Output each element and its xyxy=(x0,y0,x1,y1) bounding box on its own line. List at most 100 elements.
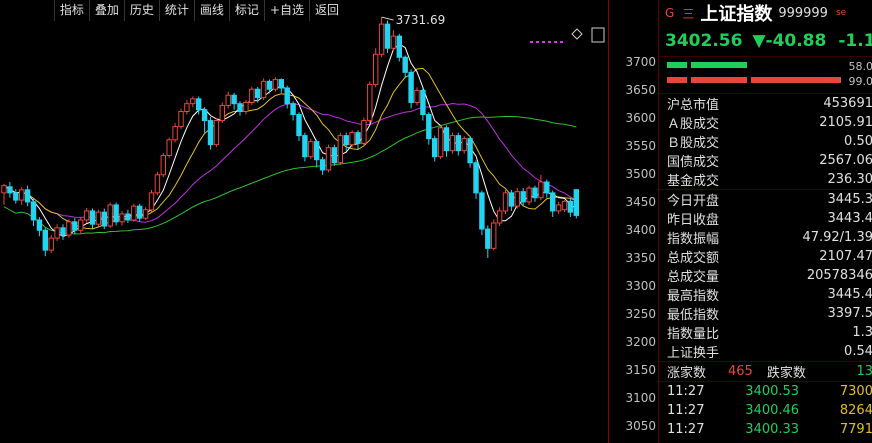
kline-svg[interactable]: 3731.69 xyxy=(0,0,608,443)
toolbar-stats-button[interactable]: 统计 xyxy=(158,0,194,21)
stat-label: 指数量比 xyxy=(667,327,720,342)
candle-body xyxy=(119,213,125,223)
tick-time: 11:27 xyxy=(667,403,705,418)
advancers-label: 涨家数 xyxy=(667,366,707,381)
candle-body xyxy=(284,87,290,105)
toolbar-mark-button[interactable]: 标记 xyxy=(228,0,264,21)
y-tick: 3650 xyxy=(625,83,656,97)
stat-label: Ｂ股成交 xyxy=(667,136,720,151)
candle-body xyxy=(331,147,338,164)
candle-body xyxy=(402,56,408,73)
tick-volume: 7791 xyxy=(839,422,872,437)
candle-body xyxy=(148,192,155,211)
y-tick: 3050 xyxy=(625,419,656,433)
candle-body xyxy=(308,141,314,158)
candle-body xyxy=(83,210,90,221)
candle-body xyxy=(449,135,456,152)
candle-body xyxy=(508,192,515,207)
y-tick: 3250 xyxy=(625,307,656,321)
candle-body xyxy=(66,221,72,236)
tick-time: 11:27 xyxy=(667,384,705,399)
candle-body xyxy=(420,89,426,116)
candle-body xyxy=(467,138,473,164)
candle-body xyxy=(142,209,149,219)
toolbar-draw-button[interactable]: 画线 xyxy=(193,0,229,21)
candle-body xyxy=(278,79,285,89)
stat-label: 指数振幅 xyxy=(667,232,720,247)
candle-body xyxy=(249,88,255,103)
ratio-bar-red-3 xyxy=(751,77,841,83)
toolbar-indicator-button[interactable]: 指标 xyxy=(53,0,89,21)
y-tick: 3500 xyxy=(625,167,656,181)
candle-body xyxy=(325,147,332,171)
stat-value: 3445.4 xyxy=(827,287,872,302)
candle-body xyxy=(13,192,19,201)
last-price: 3402.56 xyxy=(665,31,743,51)
candle-body xyxy=(532,187,538,199)
stat-value: 47.92/1.39 xyxy=(802,230,872,245)
candle-body xyxy=(219,104,226,122)
kline-chart[interactable]: 3731.69 指标 叠加 历史 统计 画线 标记 +自选 返回 xyxy=(0,0,608,443)
candle-body xyxy=(373,53,379,85)
stat-value: 2105.91 xyxy=(819,115,872,130)
candle-body xyxy=(302,135,308,158)
tick-volume: 8264 xyxy=(839,403,872,418)
stat-label: 昨日收盘 xyxy=(667,213,720,228)
candle-body xyxy=(30,201,37,221)
tick-time: 11:27 xyxy=(667,422,705,437)
stat-label: 总成交量 xyxy=(667,270,720,285)
candle-body xyxy=(24,189,31,203)
candle-body xyxy=(520,191,526,203)
candle-body xyxy=(408,71,414,103)
candle-body xyxy=(573,189,579,216)
stat-value: 453691 xyxy=(823,96,872,111)
candle-body xyxy=(166,139,172,157)
candle-body xyxy=(78,219,84,231)
candle-body xyxy=(42,229,48,251)
price-axis: 3700 3650 3600 3550 3500 3450 3400 3350 … xyxy=(608,0,659,443)
decliners-label: 跌家数 xyxy=(766,366,806,381)
panel-toggle-icon xyxy=(591,27,605,43)
toolbar-add-watchlist-button[interactable]: +自选 xyxy=(263,0,309,21)
stat-label: 最高指数 xyxy=(667,289,720,304)
diamond-icon xyxy=(571,28,583,40)
candle-body xyxy=(7,186,13,194)
y-tick: 3350 xyxy=(625,251,656,265)
stat-label: 上证换手 xyxy=(667,346,720,361)
candle-body xyxy=(272,79,279,90)
candle-body xyxy=(355,132,361,144)
y-tick: 3550 xyxy=(625,139,656,153)
candle-body xyxy=(473,162,479,194)
y-tick: 3300 xyxy=(625,279,656,293)
candle-body xyxy=(367,83,373,122)
candle-body xyxy=(343,135,349,146)
candle-body xyxy=(60,227,66,236)
candle-body xyxy=(378,23,385,55)
stat-label: 国债成交 xyxy=(667,155,720,170)
ratio-pct-1: 58.0 xyxy=(848,60,872,73)
toolbar-back-button[interactable]: 返回 xyxy=(308,0,344,21)
candle-body xyxy=(89,210,96,225)
toolbar-overlay-button[interactable]: 叠加 xyxy=(88,0,124,21)
candle-body xyxy=(101,211,107,227)
max-pointer-line xyxy=(381,16,394,21)
group-label[interactable]: G xyxy=(665,6,674,20)
candle-body xyxy=(131,205,137,221)
candle-body xyxy=(550,192,556,212)
toolbar-history-button[interactable]: 历史 xyxy=(123,0,159,21)
y-tick: 3400 xyxy=(625,223,656,237)
stat-value: 3445.3 xyxy=(827,192,872,207)
candle-body xyxy=(48,237,54,251)
menu-icon[interactable]: 三 xyxy=(682,5,694,22)
candle-body xyxy=(54,227,60,239)
candle-body xyxy=(384,23,391,49)
candle-body xyxy=(414,89,420,103)
candle-body xyxy=(231,94,237,105)
candle-body xyxy=(426,114,432,140)
ma10-line xyxy=(3,67,577,230)
price-change-pct: -1.19 xyxy=(838,31,872,51)
candle-body xyxy=(314,141,320,161)
quote-line: 3402.56 ▼-40.88 -1.19 xyxy=(659,26,872,56)
stat-label: Ａ股成交 xyxy=(667,117,720,132)
stat-value: 2107.47 xyxy=(819,249,872,264)
